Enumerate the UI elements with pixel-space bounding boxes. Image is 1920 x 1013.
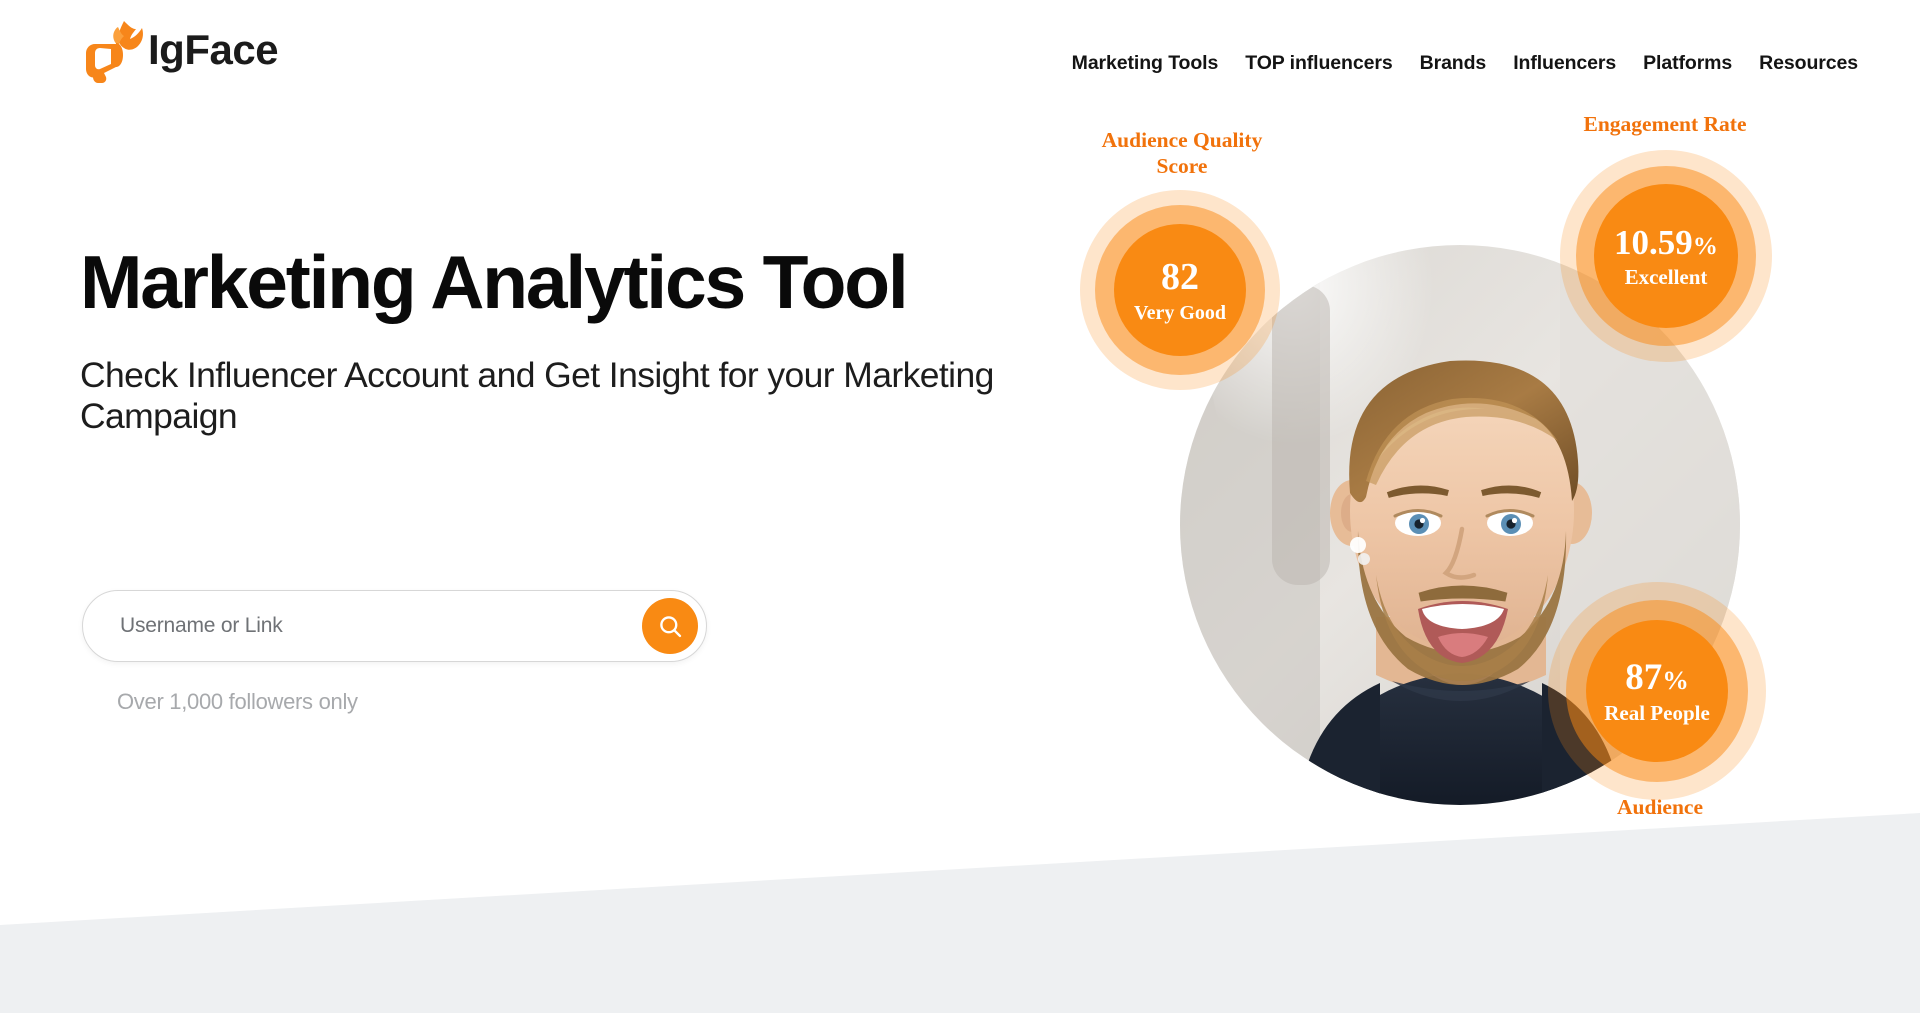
- metric-caption-audience: Audience: [1617, 795, 1703, 819]
- hero-subtitle: Check Influencer Account and Get Insight…: [80, 355, 994, 437]
- nav-item-platforms[interactable]: Platforms: [1643, 52, 1732, 75]
- landing-page: IgFace Marketing Tools TOP influencers B…: [0, 0, 1920, 1013]
- hero-copy: Marketing Analytics Tool Check Influence…: [80, 245, 1080, 437]
- metric-caption-engagement-rate: Engagement Rate: [1583, 112, 1747, 136]
- search-button[interactable]: [642, 598, 698, 654]
- brand-name: IgFace: [148, 26, 279, 73]
- site-header: IgFace Marketing Tools TOP influencers B…: [0, 0, 1920, 112]
- page-title: Marketing Analytics Tool: [80, 240, 909, 324]
- nav-item-influencers[interactable]: Influencers: [1513, 52, 1616, 75]
- nav-item-top-influencers[interactable]: TOP influencers: [1245, 52, 1392, 75]
- badge-core: 10.59% Excellent: [1594, 184, 1738, 328]
- nav-item-resources[interactable]: Resources: [1759, 52, 1858, 75]
- hero-visual: Audience Quality Score 82 Very Good Enga…: [1080, 112, 1850, 870]
- nav-item-marketing-tools[interactable]: Marketing Tools: [1072, 52, 1219, 75]
- main-navigation: Marketing Tools TOP influencers Brands I…: [1072, 52, 1858, 75]
- metric-value: 10.59%: [1614, 222, 1718, 262]
- brand-logo[interactable]: IgFace: [80, 14, 279, 86]
- metric-badge-audience[interactable]: 87% Real People: [1548, 582, 1766, 800]
- metric-label: Real People: [1604, 700, 1710, 725]
- megaphone-flame-icon: [80, 17, 154, 83]
- nav-item-brands[interactable]: Brands: [1420, 52, 1487, 75]
- search-box[interactable]: [82, 590, 707, 662]
- metric-value: 82: [1161, 255, 1199, 298]
- metric-badge-engagement-rate[interactable]: 10.59% Excellent: [1560, 150, 1772, 362]
- metric-label: Excellent: [1624, 264, 1708, 289]
- metric-value: 87%: [1625, 656, 1689, 698]
- metric-label: Very Good: [1133, 301, 1227, 324]
- badge-core: 87% Real People: [1586, 620, 1728, 762]
- metric-caption-audience-quality-score: Audience Quality Score: [1101, 128, 1263, 178]
- metric-badge-audience-quality-score[interactable]: 82 Very Good: [1080, 190, 1280, 390]
- search-hint: Over 1,000 followers only: [117, 689, 358, 714]
- badge-core: 82 Very Good: [1114, 224, 1246, 356]
- search-input[interactable]: [83, 614, 706, 638]
- search-icon: [657, 613, 684, 640]
- search-section: Over 1,000 followers only: [82, 590, 707, 715]
